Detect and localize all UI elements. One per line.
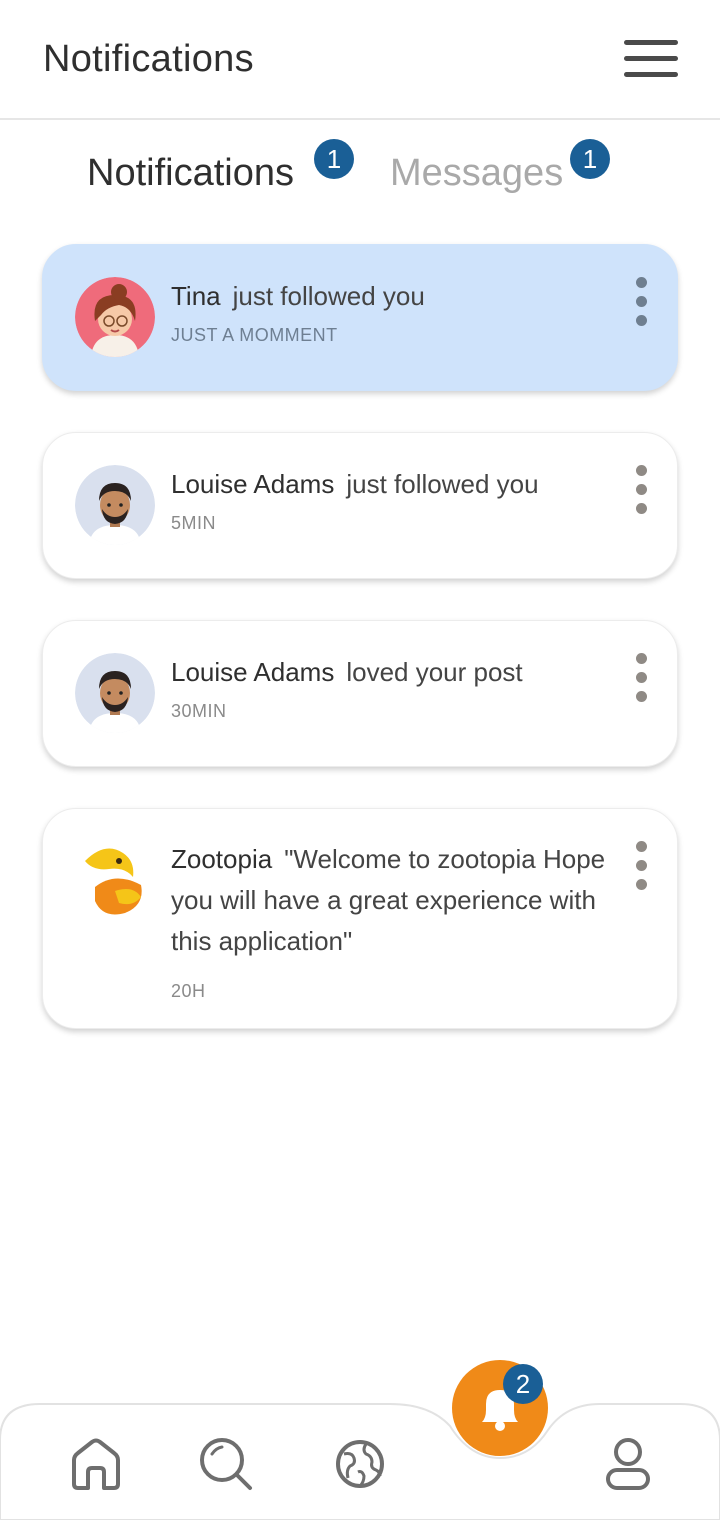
man-avatar	[75, 465, 155, 545]
notification-message: just followed you	[346, 469, 539, 499]
notification-sender[interactable]: Tina	[171, 281, 221, 311]
notification-sender[interactable]: Zootopia	[171, 844, 272, 874]
app-header: Notifications	[0, 0, 720, 120]
notification-message: just followed you	[232, 281, 425, 311]
notifications-count-badge: 1	[314, 139, 354, 179]
profile-icon[interactable]	[600, 1436, 656, 1492]
more-options-icon[interactable]	[631, 277, 651, 327]
more-options-icon[interactable]	[631, 841, 651, 891]
notification-sender[interactable]: Louise Adams	[171, 657, 334, 687]
notification-item[interactable]: Louise Adams loved your post 30MIN	[42, 620, 678, 767]
notification-item[interactable]: Tina just followed you JUST A MOMMENT	[42, 244, 678, 391]
hamburger-menu-icon[interactable]	[620, 34, 682, 84]
notification-time: 30MIN	[171, 701, 227, 721]
messages-count-badge: 1	[570, 139, 610, 179]
notification-time: JUST A MOMMENT	[171, 325, 338, 345]
tab-messages[interactable]: Messages	[390, 152, 563, 195]
notification-sender[interactable]: Louise Adams	[171, 469, 334, 499]
bell-count-badge: 2	[503, 1364, 543, 1404]
notification-item[interactable]: Louise Adams just followed you 5MIN	[42, 432, 678, 579]
notification-item[interactable]: Zootopia "Welcome to zootopia Hope you wi…	[42, 808, 678, 1029]
woman-avatar	[75, 277, 155, 357]
home-icon[interactable]	[68, 1436, 124, 1492]
notification-text: Louise Adams just followed you	[171, 469, 539, 500]
notification-text: Louise Adams loved your post	[171, 657, 523, 688]
search-icon[interactable]	[198, 1436, 254, 1492]
notification-text: Tina just followed you	[171, 281, 425, 312]
more-options-icon[interactable]	[631, 653, 651, 703]
notification-text: Zootopia "Welcome to zootopia Hope you wi…	[171, 839, 611, 962]
page-title: Notifications	[43, 38, 254, 80]
globe-icon[interactable]	[332, 1436, 388, 1492]
more-options-icon[interactable]	[631, 465, 651, 515]
notification-time: 5MIN	[171, 513, 217, 533]
notification-time: 20H	[171, 981, 206, 1001]
man-avatar	[75, 653, 155, 733]
tab-notifications[interactable]: Notifications	[87, 152, 294, 195]
notification-message: loved your post	[346, 657, 523, 687]
zootopia-logo	[75, 841, 155, 921]
